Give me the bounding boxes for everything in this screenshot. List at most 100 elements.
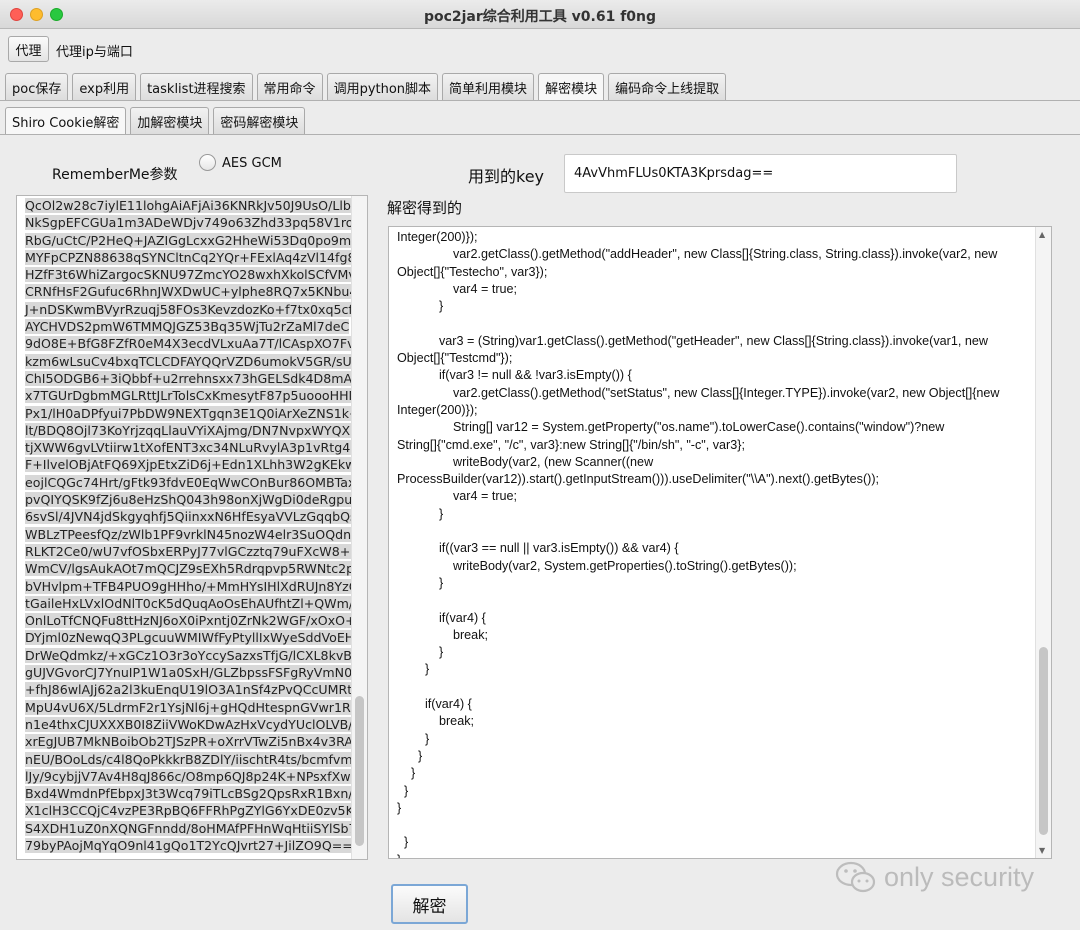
rememberme-line: xrEgJUB7MkNBoibOb2TJSzPR+oXrrVTwZi5nBx4v… xyxy=(25,734,353,750)
result-line xyxy=(397,679,1000,696)
result-line: } xyxy=(397,575,444,590)
tab-common-commands[interactable]: 常用命令 xyxy=(256,73,323,101)
rememberme-line: MpU4vU6X/5LdrmF2r1YsjNl6j+gHQdHtespnGVwr… xyxy=(25,699,368,715)
result-line: writeBody(var2, (new Scanner((new xyxy=(397,454,654,469)
result-line: Object[]{"Testcmd"}); xyxy=(397,351,513,366)
tab-shiro-cookie-decrypt[interactable]: Shiro Cookie解密 xyxy=(5,107,127,135)
rememberme-line: ChI5ODGB6+3iQbbf+u2rrehnsxx73hGELSdk4D8m… xyxy=(25,370,368,386)
rememberme-line: RbG/uCtC/P2HeQ+JAZIGgLcxxG2HheWi53Dq0po9… xyxy=(25,232,352,248)
rememberme-scroll-thumb[interactable] xyxy=(355,696,364,846)
result-line: } xyxy=(397,852,1000,858)
tab-divider xyxy=(0,100,1080,101)
sub-tab-bar: Shiro Cookie解密 加解密模块 密码解密模块 xyxy=(5,107,309,135)
rememberme-line: gUJVGvorCJ7YnuIP1W1a0SxH/GLZbpssFSFgRyVm… xyxy=(25,665,353,681)
watermark: only security xyxy=(834,860,1034,894)
tab-simple-exploit[interactable]: 简单利用模块 xyxy=(442,73,535,101)
key-label: 用到的key xyxy=(468,167,545,186)
rememberme-line: 6svSl/4JVN4jdSkgyqhfj5QiinxxN6HfEsyaVVLz… xyxy=(25,509,357,525)
rememberme-line: 79byPAojMqYqO9nl41gQo1T2YcQJvrt27+JilZO9… xyxy=(25,837,353,853)
rememberme-line: S4XDH1uZ0nXQNGFnndd/8oHMAfPFHnWqHtiiSYlS… xyxy=(25,820,357,836)
rememberme-line: Bxd4WmdnPfEbpxJ3t3Wcq79iTLcBSg2QpsRxR1Bx… xyxy=(25,786,361,802)
tab-tasklist-search[interactable]: tasklist进程搜索 xyxy=(140,73,253,101)
aes-gcm-label: AES GCM xyxy=(222,156,282,171)
rememberme-line: Px1/lH0aDPfyui7PbDW9NEXTgqn3E1Q0iArXeZNS… xyxy=(25,405,368,421)
key-input[interactable]: 4AvVhmFLUs0KTA3Kprsdag== xyxy=(564,154,957,193)
rememberme-line: F+IlvelOBjAtFQ69XjpEtxZiD6j+Edn1XLhh3W2g… xyxy=(25,457,367,473)
rememberme-line: QcOl2w28c7iylE11lohgAiAFjAi36KNRkJv50J9U… xyxy=(25,198,359,213)
result-line: } xyxy=(397,766,416,781)
result-line: } xyxy=(397,783,409,798)
rememberme-line: X1clH3CCQjC4vzPE3RpBQ6FFRhPgZYlG6YxDE0zv… xyxy=(25,803,354,819)
result-line: var4 = true; xyxy=(397,489,518,504)
result-text: Integer(200)}); var2.getClass().getMetho… xyxy=(397,229,1000,858)
tab-encode-command[interactable]: 编码命令上线提取 xyxy=(608,73,727,101)
rememberme-line: bVHvlpm+TFB4PUO9gHHho/+MmHYsIHlXdRUJn8Yz… xyxy=(25,578,359,594)
tab-encrypt-decrypt[interactable]: 加解密模块 xyxy=(130,107,210,135)
rememberme-line: lt/BDQ8Ojl73KoYrjzqqLlauVYiXAjmg/DN7Nvpx… xyxy=(25,422,362,438)
rememberme-line: x7TGUrDgbmMGLRttJLrTolsCxKmesytF87p5uooo… xyxy=(25,388,360,404)
rememberme-scrollbar[interactable] xyxy=(351,196,367,859)
result-line: writeBody(var2, System.getProperties().t… xyxy=(397,558,797,573)
scroll-down-icon[interactable]: ▼ xyxy=(1039,846,1045,855)
rememberme-line: J+nDSKwmBVyrRzuqj58FOs3KevzdozKo+f7tx0xq… xyxy=(25,301,364,317)
title-bar: poc2jar综合利用工具 v0.61 f0ng xyxy=(0,0,1080,29)
rememberme-line: n1e4thxCJUXXXB0I8ZiiVWoKDwAzHxVcydYUclOL… xyxy=(25,716,353,732)
rememberme-line: kzm6wLsuCv4bxqTCLCDFAYQQrVZD6umokV5GR/sU xyxy=(25,353,352,369)
rememberme-line: lJy/9cybjjV7Av4H8qJ866c/O8mp6QJ8p24K+NPs… xyxy=(25,768,351,784)
result-textarea[interactable]: Integer(200)}); var2.getClass().getMetho… xyxy=(388,226,1052,859)
result-line: Integer(200)}); xyxy=(397,230,478,244)
rememberme-line: DYjml0zNewqQ3PLgcuuWMIWfFyPtyllIxWyeSddV… xyxy=(25,630,355,646)
result-line: } xyxy=(397,645,444,660)
result-line: break; xyxy=(397,627,488,642)
rememberme-line: eojlCQGc74Hrt/gFtk93fdvE0EqWwCOnBur86OMB… xyxy=(25,474,356,490)
result-scroll-thumb[interactable] xyxy=(1039,647,1048,835)
result-line: if((var3 == null || var3.isEmpty()) && v… xyxy=(397,541,679,556)
proxy-label: 代理ip与端口 xyxy=(56,45,133,60)
result-line: } xyxy=(397,299,444,314)
result-line xyxy=(397,592,1000,609)
result-line: Object[]{"Testecho", var3}); xyxy=(397,264,548,279)
rememberme-line: CRNfHsF2Gufuc6RhnJWXDwUC+ylphe8RQ7x5KNbu… xyxy=(25,284,358,300)
result-line: var4 = true; xyxy=(397,281,518,296)
tab-poc-save[interactable]: poc保存 xyxy=(5,73,69,101)
proxy-button[interactable]: 代理 xyxy=(8,36,49,62)
decrypt-button[interactable]: 解密 xyxy=(391,884,468,924)
rememberme-line: RLKT2Ce0/wU7vfOSbxERPyJ77vlGCzztq79uFXcW… xyxy=(25,543,358,559)
rememberme-line: tGaileHxLVxlOdNlT0cK5dQuqAoOsEhAUfhtZl+Q… xyxy=(25,595,361,611)
rememberme-line: nEU/BOoLds/c4l8QoPkkkrB8ZDlY/iischtR4ts/… xyxy=(25,751,368,767)
watermark-text: only security xyxy=(884,861,1035,892)
rememberme-line: +fhJ86wlAJj62a2l3kuEnqU19lO3A1nSf4zPvQCc… xyxy=(25,682,359,698)
tab-exp[interactable]: exp利用 xyxy=(72,73,137,101)
rememberme-line: NkSgpEFCGUa1m3ADeWDjv749o63Zhd33pq58V1ro… xyxy=(25,215,364,231)
rememberme-line: WBLzTPeesfQz/zWlb1PF9vrklN45nozW4elr3SuO… xyxy=(25,526,359,542)
result-line: ProcessBuilder(var12)).start().getInputS… xyxy=(397,472,880,487)
rememberme-line: tjXWW6gvLVtiirw1tXofENT3xc34NLuRvylA3p1v… xyxy=(25,440,367,456)
rememberme-line: AYCHVDS2pmW6TMMQJGZ53Bq35WjTu2rZaMl7deC xyxy=(25,319,350,335)
result-line: Integer(200)}); xyxy=(397,402,478,417)
result-line: var3 = (String)var1.getClass().getMethod… xyxy=(397,333,988,348)
rememberme-line: 9dO8E+BfG8FZfR0eM4X3ecdVLxuAa7T/lCAspXO7… xyxy=(25,336,355,352)
result-line xyxy=(397,523,1000,540)
tab-password-decrypt[interactable]: 密码解密模块 xyxy=(213,107,306,135)
rememberme-line: pvQIYQSK9fZj6u8eHzShQ043h98onXjWgDi0deRg… xyxy=(25,492,361,508)
aes-gcm-radio[interactable] xyxy=(199,154,216,171)
result-line: if(var3 != null && !var3.isEmpty()) { xyxy=(397,368,632,383)
main-tab-bar: poc保存 exp利用 tasklist进程搜索 常用命令 调用python脚本… xyxy=(5,73,730,101)
rememberme-textarea[interactable]: QcOl2w28c7iylE11lohgAiAFjAi36KNRkJv50J9U… xyxy=(16,195,368,860)
rememberme-label: RememberMe参数 xyxy=(52,167,178,183)
wechat-icon xyxy=(835,861,876,893)
rememberme-line: HZfF3t6WhiZargocSKNU97ZmcYO28wxhXkolSCfV… xyxy=(25,267,356,283)
subtab-divider xyxy=(0,134,1080,135)
result-line: } xyxy=(397,731,430,746)
result-scrollbar[interactable]: ▲ ▼ xyxy=(1035,227,1051,858)
result-line: break; xyxy=(397,714,474,729)
rememberme-line: OnlLoTfCNQFu8ttHzNJ6oX0iPxntj0ZrNk2WGF/x… xyxy=(25,613,356,629)
rememberme-line: WmCV/lgsAukAOt7mQCJZ9sEXh5Rdrqpvp5RWNtc2… xyxy=(25,561,355,577)
result-label: 解密得到的 xyxy=(387,199,463,217)
rememberme-line: DrWeQdmkz/+xGCz1O3r3oYccySazxsTfjG/lCXL8… xyxy=(25,647,367,663)
tab-decrypt-module[interactable]: 解密模块 xyxy=(538,73,605,101)
tab-python-script[interactable]: 调用python脚本 xyxy=(326,73,439,101)
result-line: if(var4) { xyxy=(397,697,472,712)
scroll-up-icon[interactable]: ▲ xyxy=(1039,230,1045,239)
result-line: } xyxy=(397,506,444,521)
